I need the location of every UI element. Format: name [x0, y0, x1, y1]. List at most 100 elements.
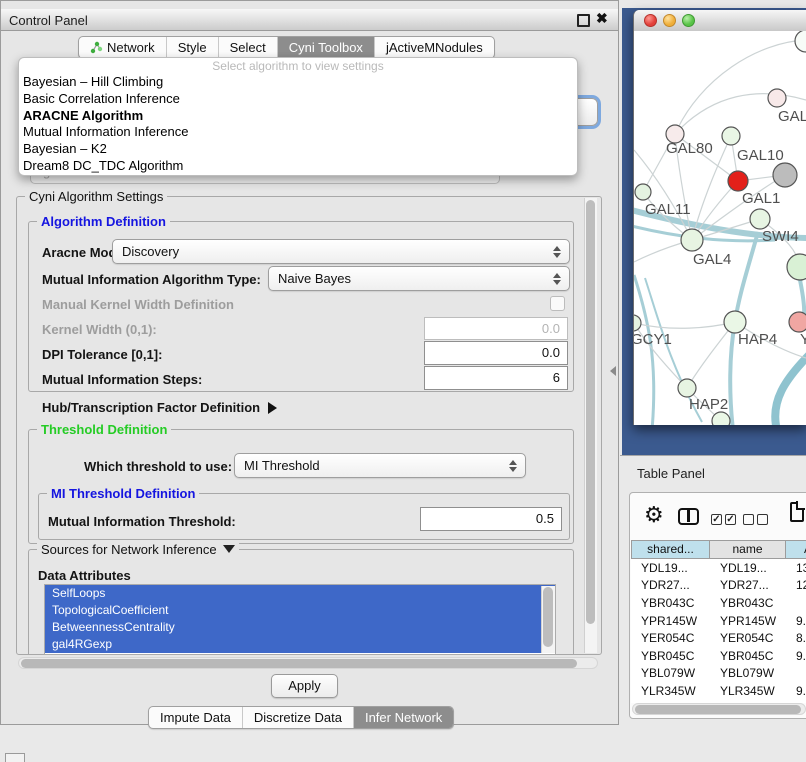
split-columns-icon[interactable]	[678, 508, 699, 525]
attribute-item-topologicalcoefficient[interactable]: TopologicalCoefficient	[45, 602, 555, 619]
network-node[interactable]	[635, 184, 651, 200]
network-node[interactable]	[678, 379, 696, 397]
algorithm-option-mutual-information-inference[interactable]: Mutual Information Inference	[19, 124, 577, 141]
aracne-mode-value: Discovery	[113, 244, 550, 259]
tab-discretize-data[interactable]: Discretize Data	[242, 707, 353, 728]
network-node[interactable]	[712, 412, 730, 425]
cyni-settings-group-title: Cyni Algorithm Settings	[25, 189, 167, 204]
aracne-mode-combo[interactable]: Discovery	[112, 239, 570, 264]
which-threshold-combo[interactable]: MI Threshold	[234, 453, 526, 478]
network-node[interactable]	[722, 127, 740, 145]
document-icon[interactable]	[790, 502, 804, 522]
table-cell: YDL19...	[631, 561, 710, 575]
network-node-label-gal11: GAL11	[645, 201, 691, 218]
network-node[interactable]	[728, 171, 748, 191]
tab-network[interactable]: Network	[79, 37, 166, 58]
column-header-shared[interactable]: shared...	[631, 540, 710, 559]
mi-threshold-field[interactable]: 0.5	[420, 507, 562, 531]
tab-jactivemnodules[interactable]: jActiveMNodules	[374, 37, 494, 58]
table-cell: YBR045C	[710, 649, 786, 663]
table-row[interactable]: YPR145WYPR145W9.	[631, 612, 806, 630]
manual-kernel-label: Manual Kernel Width Definition	[42, 297, 234, 312]
algorithm-option-dream8-dc-tdc-algorithm[interactable]: Dream8 DC_TDC Algorithm	[19, 158, 577, 175]
tab-style[interactable]: Style	[166, 37, 218, 58]
hub-definition-toggle[interactable]: Hub/Transcription Factor Definition	[42, 400, 277, 415]
table-cell: 12	[786, 578, 806, 592]
column-header-name[interactable]: name	[710, 540, 786, 559]
dpi-tolerance-field[interactable]: 0.0	[424, 341, 568, 365]
mi-type-combo[interactable]: Naive Bayes	[268, 266, 570, 291]
collapsed-panel-icon[interactable]	[5, 753, 25, 762]
collapse-down-icon[interactable]	[223, 545, 235, 553]
settings-horizontal-scrollbar[interactable]	[18, 657, 598, 669]
table-cell: YLR345W	[710, 684, 786, 698]
manual-kernel-checkbox[interactable]	[550, 296, 565, 311]
network-node-label-gal4: GAL4	[693, 251, 731, 268]
table-cell: 9.	[786, 649, 806, 663]
table-rows[interactable]: YDL19...YDL19...13YDR27...YDR27...12YBR0…	[631, 559, 806, 703]
close-traffic-light-icon[interactable]	[644, 14, 657, 27]
attribute-item-gal4rgexp[interactable]: gal4RGexp	[45, 636, 555, 653]
algorithm-option-bayesian-hill-climbing[interactable]: Bayesian – Hill Climbing	[19, 74, 577, 91]
attribute-item-selfloops[interactable]: SelfLoops	[45, 585, 555, 602]
tab-cyni-toolbox[interactable]: Cyni Toolbox	[277, 37, 374, 58]
table-row[interactable]: YBL079WYBL079W	[631, 665, 806, 683]
data-attributes-label: Data Attributes	[38, 568, 131, 583]
checked-pair-icon[interactable]: ✓✓	[711, 514, 736, 525]
network-node[interactable]	[795, 31, 806, 52]
zoom-traffic-light-icon[interactable]	[682, 14, 695, 27]
attributes-scrollbar[interactable]	[541, 586, 555, 653]
top-tab-bar: NetworkStyle Select Cyni ToolboxjActiveMNo…	[78, 36, 495, 59]
table-cell: 9.	[786, 684, 806, 698]
tab-impute-data[interactable]: Impute Data	[149, 707, 242, 728]
network-node[interactable]	[681, 229, 703, 251]
table-row[interactable]: YDR27...YDR27...12	[631, 577, 806, 595]
panel-divider[interactable]	[620, 455, 806, 456]
tab-infer-network[interactable]: Infer Network	[353, 707, 453, 728]
algorithm-option-bayesian-k2[interactable]: Bayesian – K2	[19, 141, 577, 158]
table-row[interactable]: YBR045CYBR045C9.	[631, 647, 806, 665]
apply-button[interactable]: Apply	[271, 674, 338, 698]
mi-threshold-label: Mutual Information Threshold:	[48, 514, 236, 529]
minimize-traffic-light-icon[interactable]	[663, 14, 676, 27]
table-horizontal-scrollbar[interactable]	[632, 703, 806, 715]
network-node[interactable]	[724, 311, 746, 333]
splitter-grip-icon[interactable]	[610, 366, 616, 376]
table-cell: YBR043C	[710, 596, 786, 610]
algorithm-option-basic-correlation-inference[interactable]: Basic Correlation Inference	[19, 91, 577, 108]
restore-icon[interactable]	[577, 14, 590, 27]
network-node[interactable]	[768, 89, 786, 107]
network-icon	[90, 41, 103, 54]
network-window-titlebar[interactable]	[634, 10, 806, 32]
network-canvas[interactable]: GAL7GAL80GAL10GAL1GAL11SWI4GAL4GCY1HAP4Y…	[634, 31, 806, 425]
table-row[interactable]: YBR043CYBR043C	[631, 594, 806, 612]
column-header-third[interactable]: A	[786, 540, 806, 559]
expand-right-icon[interactable]	[268, 402, 277, 414]
table-row[interactable]: YDL19...YDL19...13	[631, 559, 806, 577]
close-icon[interactable]: ✖	[596, 10, 608, 27]
table-row[interactable]: YLR345WYLR345W9.	[631, 682, 806, 700]
tab-select[interactable]: Select	[218, 37, 277, 58]
network-node[interactable]	[634, 315, 641, 331]
attribute-item-betweennesscentrality[interactable]: BetweennessCentrality	[45, 619, 555, 636]
network-node[interactable]	[787, 254, 806, 280]
which-threshold-value: MI Threshold	[235, 458, 506, 473]
table-row[interactable]: YER054CYER054C8.	[631, 629, 806, 647]
network-node[interactable]	[750, 209, 770, 229]
algorithm-dropdown-popup: Select algorithm to view settings Bayesi…	[18, 57, 578, 176]
sources-group-title[interactable]: Sources for Network Inference	[37, 542, 239, 557]
app-stage: Control Panel ✖ NetworkStyleSelectCyni T…	[0, 0, 806, 762]
network-node-label-gcy1: GCY1	[634, 331, 672, 348]
algorithm-option-aracne-algorithm[interactable]: ARACNE Algorithm	[19, 108, 577, 125]
network-node[interactable]	[789, 312, 806, 332]
data-attributes-list[interactable]: SelfLoopsTopologicalCoefficientBetweenne…	[44, 584, 556, 655]
network-node-label-gal1: GAL1	[742, 190, 780, 207]
gear-icon[interactable]: ⚙	[644, 503, 664, 528]
network-node[interactable]	[773, 163, 797, 187]
mi-steps-field[interactable]: 6	[424, 366, 568, 390]
control-panel-titlebar[interactable]	[1, 9, 618, 31]
kernel-width-field[interactable]: 0.0	[424, 317, 568, 340]
tab-select-label: Select	[230, 40, 266, 55]
unchecked-pair-icon[interactable]	[743, 514, 768, 525]
settings-vertical-scrollbar[interactable]	[584, 198, 597, 653]
